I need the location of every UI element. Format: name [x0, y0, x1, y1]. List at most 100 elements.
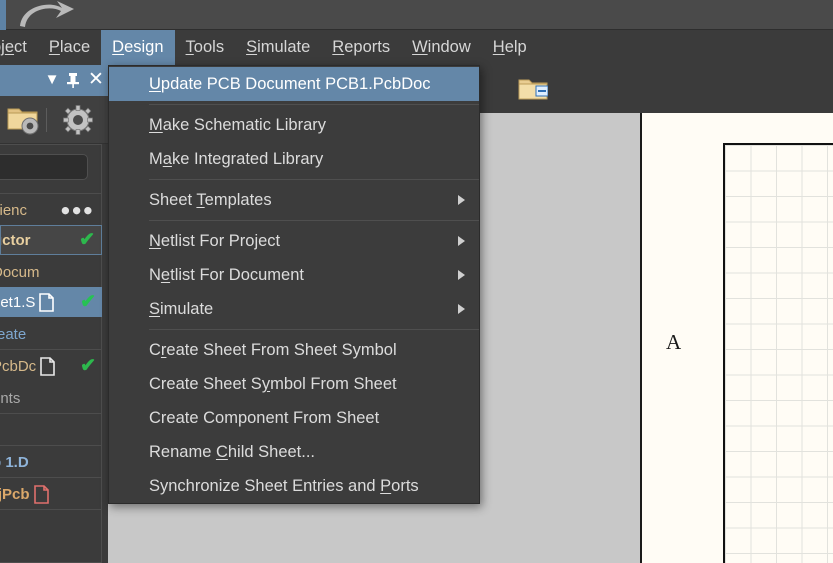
projects-panel: ▼ ✕ ienc ●●● ctor ✔ ocum et1.S ✔ eate cb… — [0, 65, 108, 563]
document-icon — [33, 484, 49, 504]
document-icon — [39, 292, 55, 312]
menu-tools[interactable]: Tools — [175, 30, 236, 65]
menu-item-label: Netlist For Project — [149, 232, 281, 250]
tree-row-label: Docum — [0, 263, 40, 281]
menu-place[interactable]: Place — [38, 30, 101, 65]
menu-window[interactable]: Window — [401, 30, 482, 65]
list-item[interactable]: p 1.D — [0, 447, 102, 477]
list-item[interactable]: Docum — [0, 257, 102, 287]
menu-separator — [149, 179, 479, 180]
list-item[interactable] — [0, 415, 102, 445]
close-icon[interactable]: ✕ — [86, 70, 106, 90]
divider — [0, 413, 102, 414]
list-item[interactable]: eet1.S ✔ — [0, 287, 102, 317]
menu-item-rename-child-sheet[interactable]: Rename Child Sheet... — [109, 435, 479, 469]
menu-item-label: Netlist For Document — [149, 266, 304, 284]
gear-icon[interactable] — [62, 104, 94, 141]
menu-item-update-pcb-document[interactable]: Update PCB Document PCB1.PcbDoc — [109, 67, 479, 101]
menu-separator — [149, 220, 479, 221]
panel-title-bar: ▼ ✕ — [0, 65, 108, 96]
menu-item-label: Create Sheet From Sheet Symbol — [149, 341, 397, 359]
divider — [0, 445, 102, 446]
menu-tools-label: Tools — [185, 38, 225, 56]
projects-tree-body: cienc ●●● uctor ✔ Docum eet1.S — [0, 144, 102, 563]
menu-item-label: Simulate — [149, 300, 214, 318]
folder-icon — [518, 76, 549, 107]
menu-item-label: Create Sheet Symbol From Sheet — [149, 375, 397, 393]
sheet-grid — [723, 143, 833, 563]
menu-reports[interactable]: Reports — [321, 30, 401, 65]
menu-place-label: Place — [48, 38, 91, 56]
folder-options-icon[interactable] — [6, 104, 42, 141]
toolbar-left-edge — [0, 0, 6, 30]
tree-row-label: uctor — [1, 231, 31, 249]
status-check-icon: ✔ — [80, 355, 96, 377]
menu-simulate[interactable]: Simulate — [235, 30, 321, 65]
redo-arrow-icon[interactable] — [16, 0, 80, 30]
menu-item-netlist-for-document[interactable]: Netlist For Document — [109, 258, 479, 292]
status-check-icon: ✔ — [79, 229, 95, 251]
menu-item-netlist-for-project[interactable]: Netlist For Project — [109, 224, 479, 258]
panel-toolbar — [0, 96, 108, 144]
divider — [0, 193, 102, 194]
menu-item-label: Make Schematic Library — [149, 116, 326, 134]
menu-design-label: Design — [112, 38, 164, 56]
schematic-sheet[interactable]: A — [640, 113, 833, 563]
tree-row-label: rjPcb — [0, 485, 30, 503]
list-item[interactable]: rjPcb — [0, 479, 102, 509]
menu-item-create-component-from-sheet[interactable]: Create Component From Sheet — [109, 401, 479, 435]
list-item[interactable]: PcbDc ✔ — [0, 351, 102, 381]
menu-item-label: Create Component From Sheet — [149, 409, 380, 427]
menu-item-sheet-templates[interactable]: Sheet Templates — [109, 183, 479, 217]
design-dropdown-menu: Update PCB Document PCB1.PcbDoc Make Sch… — [108, 65, 480, 504]
submenu-arrow-icon — [458, 304, 465, 314]
menu-item-create-sheet-from-sheet-symbol[interactable]: Create Sheet From Sheet Symbol — [109, 333, 479, 367]
divider — [0, 349, 102, 350]
menu-item-synchronize-sheet-entries-and-ports[interactable]: Synchronize Sheet Entries and Ports — [109, 469, 479, 503]
menu-item-label: Update PCB Document PCB1.PcbDoc — [149, 75, 431, 93]
tree-row-label: cienc — [0, 201, 28, 219]
list-item[interactable]: cienc ●●● — [0, 195, 102, 225]
menu-item-make-schematic-library[interactable]: Make Schematic Library — [109, 108, 479, 142]
submenu-arrow-icon — [458, 270, 465, 280]
search-input[interactable] — [0, 154, 88, 180]
submenu-arrow-icon — [458, 236, 465, 246]
menu-help-label: Help — [492, 38, 527, 56]
menu-simulate-label: Simulate — [246, 38, 311, 56]
application-window: oject Place Design Tools Simulate Report… — [0, 0, 833, 563]
menu-item-simulate[interactable]: Simulate — [109, 292, 479, 326]
status-check-icon: ✔ — [80, 291, 96, 313]
list-item[interactable]: reate — [0, 319, 102, 349]
menu-item-label: Rename Child Sheet... — [149, 443, 316, 461]
document-icon — [40, 356, 55, 376]
menu-design[interactable]: Design — [101, 30, 175, 65]
list-item[interactable]: uctor ✔ — [0, 225, 102, 255]
divider — [0, 477, 102, 478]
menu-window-label: Window — [412, 38, 471, 56]
list-item[interactable]: ents — [0, 383, 102, 413]
tree-row-label: eet1.S — [0, 293, 36, 311]
tree-row-label: ents — [0, 389, 21, 407]
tree-row-label: reate — [0, 325, 27, 343]
menu-item-create-sheet-symbol-from-sheet[interactable]: Create Sheet Symbol From Sheet — [109, 367, 479, 401]
pin-icon[interactable] — [63, 70, 83, 90]
menu-help[interactable]: Help — [482, 30, 538, 65]
menu-item-label: Sheet Templates — [149, 191, 272, 209]
menu-separator — [149, 104, 479, 105]
top-toolbar-strip — [0, 0, 833, 30]
menu-item-label: Make Integrated Library — [149, 150, 324, 168]
menu-separator — [149, 329, 479, 330]
menu-project-label: oject — [0, 38, 27, 56]
menu-reports-label: Reports — [332, 38, 391, 56]
chevron-down-icon[interactable]: ▼ — [42, 70, 62, 90]
more-options-icon[interactable]: ●●● — [60, 202, 94, 219]
menu-item-label: Synchronize Sheet Entries and Ports — [149, 477, 419, 495]
menu-project[interactable]: oject — [0, 30, 38, 65]
divider — [0, 509, 102, 510]
menu-item-make-integrated-library[interactable]: Make Integrated Library — [109, 142, 479, 176]
submenu-arrow-icon — [458, 195, 465, 205]
tab-folder[interactable] — [504, 69, 570, 113]
sheet-border-label: A — [666, 330, 682, 354]
toolbar-divider — [46, 108, 47, 132]
tree-row-label: p 1.D — [0, 453, 29, 471]
